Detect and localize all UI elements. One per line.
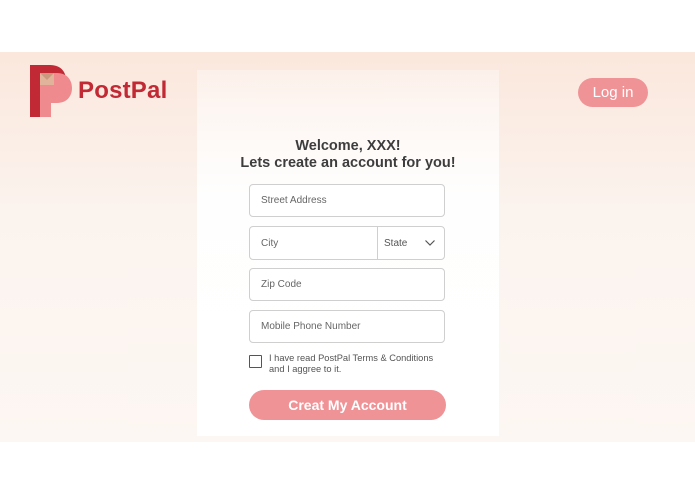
state-select[interactable]: State <box>378 227 444 259</box>
form-title-line2: Lets create an account for you! <box>240 155 456 171</box>
brand[interactable]: PostPal <box>30 65 167 117</box>
terms-text-line1: I have read PostPal Terms & Conditions <box>269 353 434 363</box>
form-title-line1: Welcome, XXX! <box>295 138 401 154</box>
signup-card: Welcome, XXX! Lets create an account for… <box>197 70 499 436</box>
street-address-input[interactable] <box>249 184 445 217</box>
zip-code-input[interactable] <box>249 268 445 301</box>
city-input[interactable] <box>250 227 378 259</box>
terms-checkbox[interactable] <box>249 355 262 368</box>
city-state-row: State <box>249 226 445 260</box>
postpal-logo-icon <box>30 65 72 117</box>
chevron-down-icon <box>425 240 435 246</box>
terms-text: I have read PostPal Terms & Conditions a… <box>269 353 433 375</box>
terms-agreement: I have read PostPal Terms & Conditions a… <box>249 353 449 375</box>
mobile-phone-input[interactable] <box>249 310 445 343</box>
login-button[interactable]: Log in <box>578 78 648 107</box>
create-account-button[interactable]: Creat My Account <box>249 390 446 420</box>
terms-text-line2: and I aggree to it. <box>269 364 342 374</box>
form-title: Welcome, XXX! Lets create an account for… <box>197 138 499 172</box>
brand-name: PostPal <box>78 77 168 104</box>
app-frame: PostPal Log in Welcome, XXX! Lets create… <box>0 52 695 442</box>
state-select-label: State <box>384 237 408 249</box>
